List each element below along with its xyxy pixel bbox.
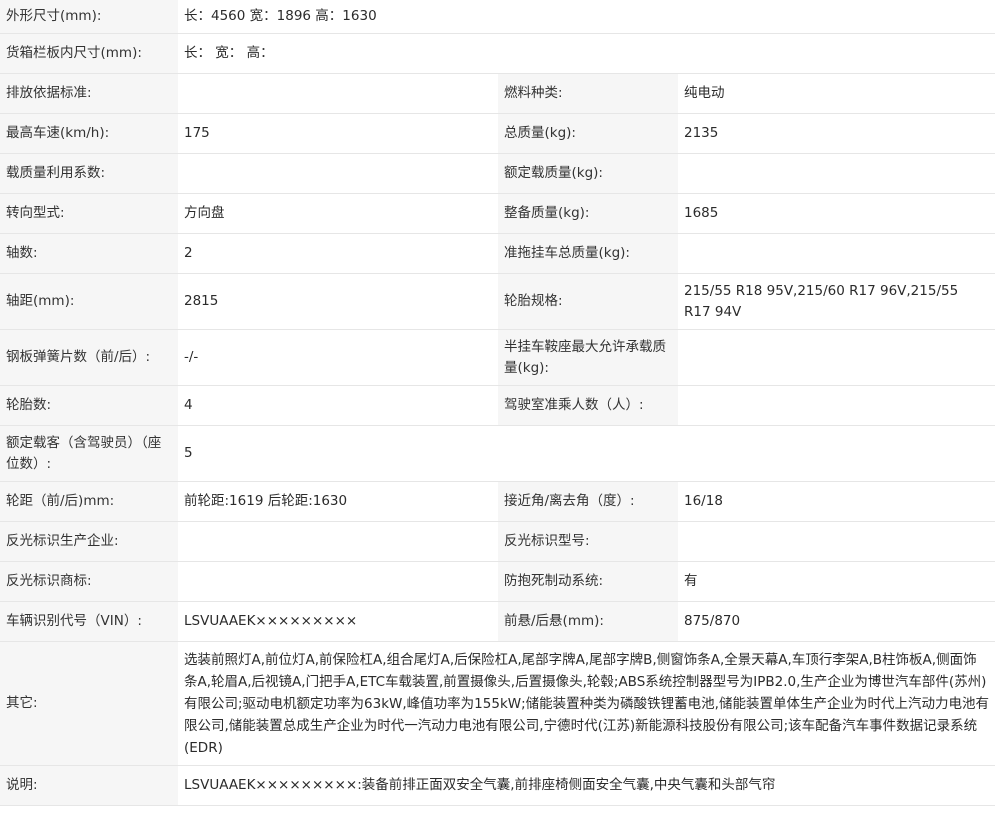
label-total-mass: 总质量(kg):	[498, 114, 678, 153]
value-reflector-brand	[178, 562, 498, 601]
row-load-utilization: 载质量利用系数: 额定载质量(kg):	[0, 154, 995, 194]
value-curb-mass: 1685	[678, 194, 995, 233]
row-passengers: 额定载客（含驾驶员）（座位数）: 5	[0, 426, 995, 482]
value-tire-spec: 215/55 R18 95V,215/60 R17 96V,215/55 R17…	[678, 274, 995, 329]
value-cargo-box: 长： 宽： 高：	[178, 34, 995, 73]
label-cargo-box: 货箱栏板内尺寸(mm):	[0, 34, 178, 73]
value-saddle-load	[678, 330, 995, 385]
row-wheelbase-tires: 轴距(mm): 2815 轮胎规格: 215/55 R18 95V,215/60…	[0, 274, 995, 330]
label-track-width: 轮距（前/后)mm:	[0, 482, 178, 521]
row-emission-fuel: 排放依据标准: 燃料种类: 纯电动	[0, 74, 995, 114]
row-cargo-box: 货箱栏板内尺寸(mm): 长： 宽： 高：	[0, 34, 995, 74]
label-tire-spec: 轮胎规格:	[498, 274, 678, 329]
value-reflector-maker	[178, 522, 498, 561]
value-dimensions: 长：4560 宽：1896 高：1630	[178, 0, 995, 33]
row-speed-mass: 最高车速(km/h): 175 总质量(kg): 2135	[0, 114, 995, 154]
label-curb-mass: 整备质量(kg):	[498, 194, 678, 233]
value-emission-standard	[178, 74, 498, 113]
label-reflector-brand: 反光标识商标:	[0, 562, 178, 601]
label-saddle-load: 半挂车鞍座最大允许承载质量(kg):	[498, 330, 678, 385]
row-steering: 转向型式: 方向盘 整备质量(kg): 1685	[0, 194, 995, 234]
row-other: 其它: 选装前照灯A,前位灯A,前保险杠A,组合尾灯A,后保险杠A,尾部字牌A,…	[0, 642, 995, 766]
value-load-utilization	[178, 154, 498, 193]
value-steering-type: 方向盘	[178, 194, 498, 233]
label-other: 其它:	[0, 642, 178, 765]
value-rated-passengers: 5	[178, 426, 995, 481]
value-vin: LSVUAAEK×××××××××	[178, 602, 498, 641]
label-wheelbase: 轴距(mm):	[0, 274, 178, 329]
row-reflector-maker: 反光标识生产企业: 反光标识型号:	[0, 522, 995, 562]
value-other: 选装前照灯A,前位灯A,前保险杠A,组合尾灯A,后保险杠A,尾部字牌A,尾部字牌…	[178, 642, 995, 765]
value-approach-departure: 16/18	[678, 482, 995, 521]
row-vin: 车辆识别代号（VIN）: LSVUAAEK××××××××× 前悬/后悬(mm)…	[0, 602, 995, 642]
value-leaf-springs: -/-	[178, 330, 498, 385]
label-emission-standard: 排放依据标准:	[0, 74, 178, 113]
vehicle-spec-table: 外形尺寸(mm): 长：4560 宽：1896 高：1630 货箱栏板内尺寸(m…	[0, 0, 995, 806]
label-vin: 车辆识别代号（VIN）:	[0, 602, 178, 641]
row-notes: 说明: LSVUAAEK×××××××××:装备前排正面双安全气囊,前排座椅侧面…	[0, 766, 995, 806]
value-total-mass: 2135	[678, 114, 995, 153]
value-cab-capacity	[678, 386, 995, 425]
label-axle-count: 轴数:	[0, 234, 178, 273]
value-axle-count: 2	[178, 234, 498, 273]
value-abs: 有	[678, 562, 995, 601]
value-rated-load	[678, 154, 995, 193]
label-abs: 防抱死制动系统:	[498, 562, 678, 601]
label-rated-load: 额定载质量(kg):	[498, 154, 678, 193]
label-approach-departure: 接近角/离去角（度）:	[498, 482, 678, 521]
label-dimensions: 外形尺寸(mm):	[0, 0, 178, 33]
label-notes: 说明:	[0, 766, 178, 805]
value-max-speed: 175	[178, 114, 498, 153]
row-axles: 轴数: 2 准拖挂车总质量(kg):	[0, 234, 995, 274]
row-dimensions: 外形尺寸(mm): 长：4560 宽：1896 高：1630	[0, 0, 995, 34]
label-trailer-mass: 准拖挂车总质量(kg):	[498, 234, 678, 273]
label-fuel-type: 燃料种类:	[498, 74, 678, 113]
value-reflector-model	[678, 522, 995, 561]
label-leaf-springs: 钢板弹簧片数（前/后）:	[0, 330, 178, 385]
label-rated-passengers: 额定载客（含驾驶员）（座位数）:	[0, 426, 178, 481]
label-steering-type: 转向型式:	[0, 194, 178, 233]
row-track-angles: 轮距（前/后)mm: 前轮距:1619 后轮距:1630 接近角/离去角（度）:…	[0, 482, 995, 522]
value-wheelbase: 2815	[178, 274, 498, 329]
row-tire-count: 轮胎数: 4 驾驶室准乘人数（人）:	[0, 386, 995, 426]
label-overhang: 前悬/后悬(mm):	[498, 602, 678, 641]
label-max-speed: 最高车速(km/h):	[0, 114, 178, 153]
label-tire-count: 轮胎数:	[0, 386, 178, 425]
label-reflector-maker: 反光标识生产企业:	[0, 522, 178, 561]
label-cab-capacity: 驾驶室准乘人数（人）:	[498, 386, 678, 425]
value-tire-count: 4	[178, 386, 498, 425]
row-reflector-brand: 反光标识商标: 防抱死制动系统: 有	[0, 562, 995, 602]
value-notes: LSVUAAEK×××××××××:装备前排正面双安全气囊,前排座椅侧面安全气囊…	[178, 766, 995, 805]
label-load-utilization: 载质量利用系数:	[0, 154, 178, 193]
value-overhang: 875/870	[678, 602, 995, 641]
row-springs: 钢板弹簧片数（前/后）: -/- 半挂车鞍座最大允许承载质量(kg):	[0, 330, 995, 386]
value-trailer-mass	[678, 234, 995, 273]
label-reflector-model: 反光标识型号:	[498, 522, 678, 561]
value-track-width: 前轮距:1619 后轮距:1630	[178, 482, 498, 521]
value-fuel-type: 纯电动	[678, 74, 995, 113]
